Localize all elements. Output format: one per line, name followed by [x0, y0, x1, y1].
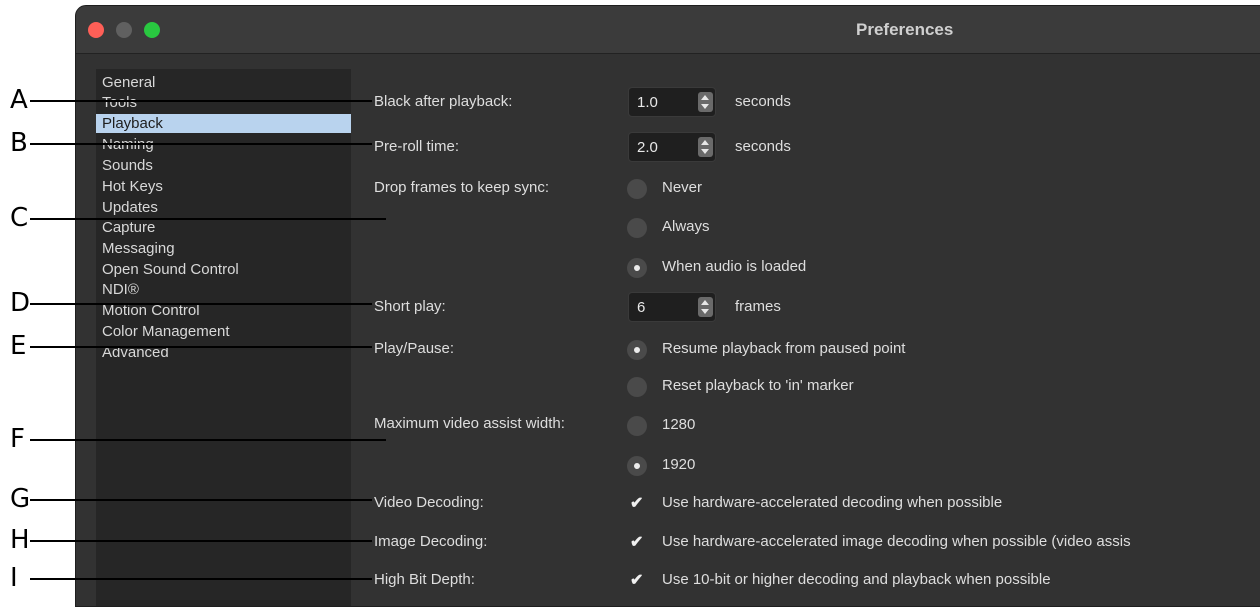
callout-d: D [10, 288, 31, 318]
drop-frames-audio-radio[interactable] [627, 258, 647, 278]
short-play-label: Short play: [374, 298, 446, 315]
callout-c: C [10, 203, 29, 233]
sidebar-item-label: Color Management [102, 323, 230, 340]
short-play-field[interactable]: 6 [628, 292, 716, 322]
short-play-stepper[interactable] [698, 297, 713, 317]
black-after-playback-unit: seconds [735, 93, 791, 110]
black-after-playback-field[interactable]: 1.0 [628, 87, 716, 117]
short-play-value: 6 [637, 299, 646, 316]
sidebar-item-sounds[interactable]: Sounds [96, 156, 351, 175]
zoom-button[interactable] [144, 22, 160, 38]
sidebar-item-open-sound-control[interactable]: Open Sound Control [96, 260, 351, 279]
pre-roll-label: Pre-roll time: [374, 138, 460, 155]
sidebar-item-hot-keys[interactable]: Hot Keys [96, 177, 351, 196]
chevron-down-icon [701, 309, 709, 314]
callout-h: H [10, 525, 30, 555]
callout-g: G [10, 484, 31, 514]
high-bit-depth-checkbox[interactable]: ✔ [630, 570, 643, 590]
chevron-down-icon [701, 104, 709, 109]
drop-frames-always-radio[interactable] [627, 218, 647, 238]
sidebar-item-label: Updates [102, 199, 158, 216]
play-pause-reset-radio[interactable] [627, 377, 647, 397]
sidebar-item-capture[interactable]: Capture [96, 218, 351, 237]
callout-f: F [10, 424, 25, 454]
drop-frames-always-label: Always [662, 218, 710, 235]
sidebar-item-updates[interactable]: Updates [96, 198, 351, 217]
pre-roll-value: 2.0 [637, 139, 658, 156]
callout-line-c [30, 218, 386, 220]
sidebar-item-tools[interactable]: Tools [96, 93, 351, 112]
preferences-window: Preferences General Tools Playback Namin… [75, 5, 1260, 607]
image-decoding-checkbox[interactable]: ✔ [630, 532, 643, 552]
sidebar-item-playback[interactable]: Playback [96, 114, 351, 133]
sidebar-item-label: General [102, 74, 156, 91]
drop-frames-never-label: Never [662, 179, 703, 196]
black-after-playback-label: Black after playback: [374, 93, 513, 110]
sidebar-item-color-management[interactable]: Color Management [96, 322, 351, 341]
title-bar: Preferences [76, 6, 1260, 54]
video-decoding-option: Use hardware-accelerated decoding when p… [662, 494, 1003, 511]
sidebar-item-label: Capture [102, 219, 156, 236]
sidebar-item-label: Hot Keys [102, 178, 163, 195]
drop-frames-label: Drop frames to keep sync: [374, 179, 550, 196]
video-decoding-label: Video Decoding: [374, 494, 484, 511]
minimize-button[interactable] [116, 22, 132, 38]
sidebar-item-label: Sounds [102, 157, 153, 174]
callout-line-d [30, 303, 372, 305]
black-after-playback-value: 1.0 [637, 94, 658, 111]
high-bit-depth-label: High Bit Depth: [374, 571, 475, 588]
callout-b: B [10, 128, 28, 158]
callout-line-i [30, 578, 372, 580]
play-pause-resume-radio[interactable] [627, 340, 647, 360]
video-assist-1280-radio[interactable] [627, 416, 647, 436]
callout-line-f [30, 439, 386, 441]
video-assist-1920-label: 1920 [662, 456, 696, 473]
close-button[interactable] [88, 22, 104, 38]
chevron-up-icon [701, 95, 709, 100]
sidebar-item-general[interactable]: General [96, 73, 351, 92]
sidebar: General Tools Playback Naming Sounds Hot… [96, 69, 351, 606]
pre-roll-stepper[interactable] [698, 137, 713, 157]
chevron-up-icon [701, 300, 709, 305]
short-play-unit: frames [735, 298, 781, 315]
play-pause-resume-label: Resume playback from paused point [662, 340, 906, 357]
image-decoding-option: Use hardware-accelerated image decoding … [662, 533, 1131, 550]
video-decoding-checkbox[interactable]: ✔ [630, 493, 643, 513]
chevron-up-icon [701, 140, 709, 145]
black-after-playback-stepper[interactable] [698, 92, 713, 112]
pre-roll-field[interactable]: 2.0 [628, 132, 716, 162]
high-bit-depth-option: Use 10-bit or higher decoding and playba… [662, 571, 1051, 588]
window-title: Preferences [856, 20, 954, 39]
sidebar-item-label: Tools [102, 94, 138, 111]
video-assist-1280-label: 1280 [662, 416, 696, 433]
play-pause-label: Play/Pause: [374, 340, 455, 357]
callout-line-e [30, 346, 372, 348]
callout-i: I [10, 563, 18, 593]
video-assist-1920-radio[interactable] [627, 456, 647, 476]
image-decoding-label: Image Decoding: [374, 533, 488, 550]
callout-a: A [10, 85, 28, 115]
callout-line-b [30, 143, 372, 145]
chevron-down-icon [701, 149, 709, 154]
callout-e: E [10, 331, 27, 361]
sidebar-item-label: Open Sound Control [102, 261, 239, 278]
callout-line-g [30, 499, 372, 501]
sidebar-item-label: Messaging [102, 240, 175, 257]
callout-line-h [30, 540, 372, 542]
drop-frames-audio-label: When audio is loaded [662, 258, 807, 275]
max-video-assist-label: Maximum video assist width: [374, 415, 565, 432]
sidebar-item-label: NDI® [102, 281, 139, 298]
callout-line-a [30, 100, 372, 102]
sidebar-item-ndi[interactable]: NDI® [96, 280, 351, 299]
drop-frames-never-radio[interactable] [627, 179, 647, 199]
play-pause-reset-label: Reset playback to 'in' marker [662, 377, 854, 394]
sidebar-item-label: Playback [102, 115, 163, 132]
sidebar-item-messaging[interactable]: Messaging [96, 239, 351, 258]
pre-roll-unit: seconds [735, 138, 791, 155]
